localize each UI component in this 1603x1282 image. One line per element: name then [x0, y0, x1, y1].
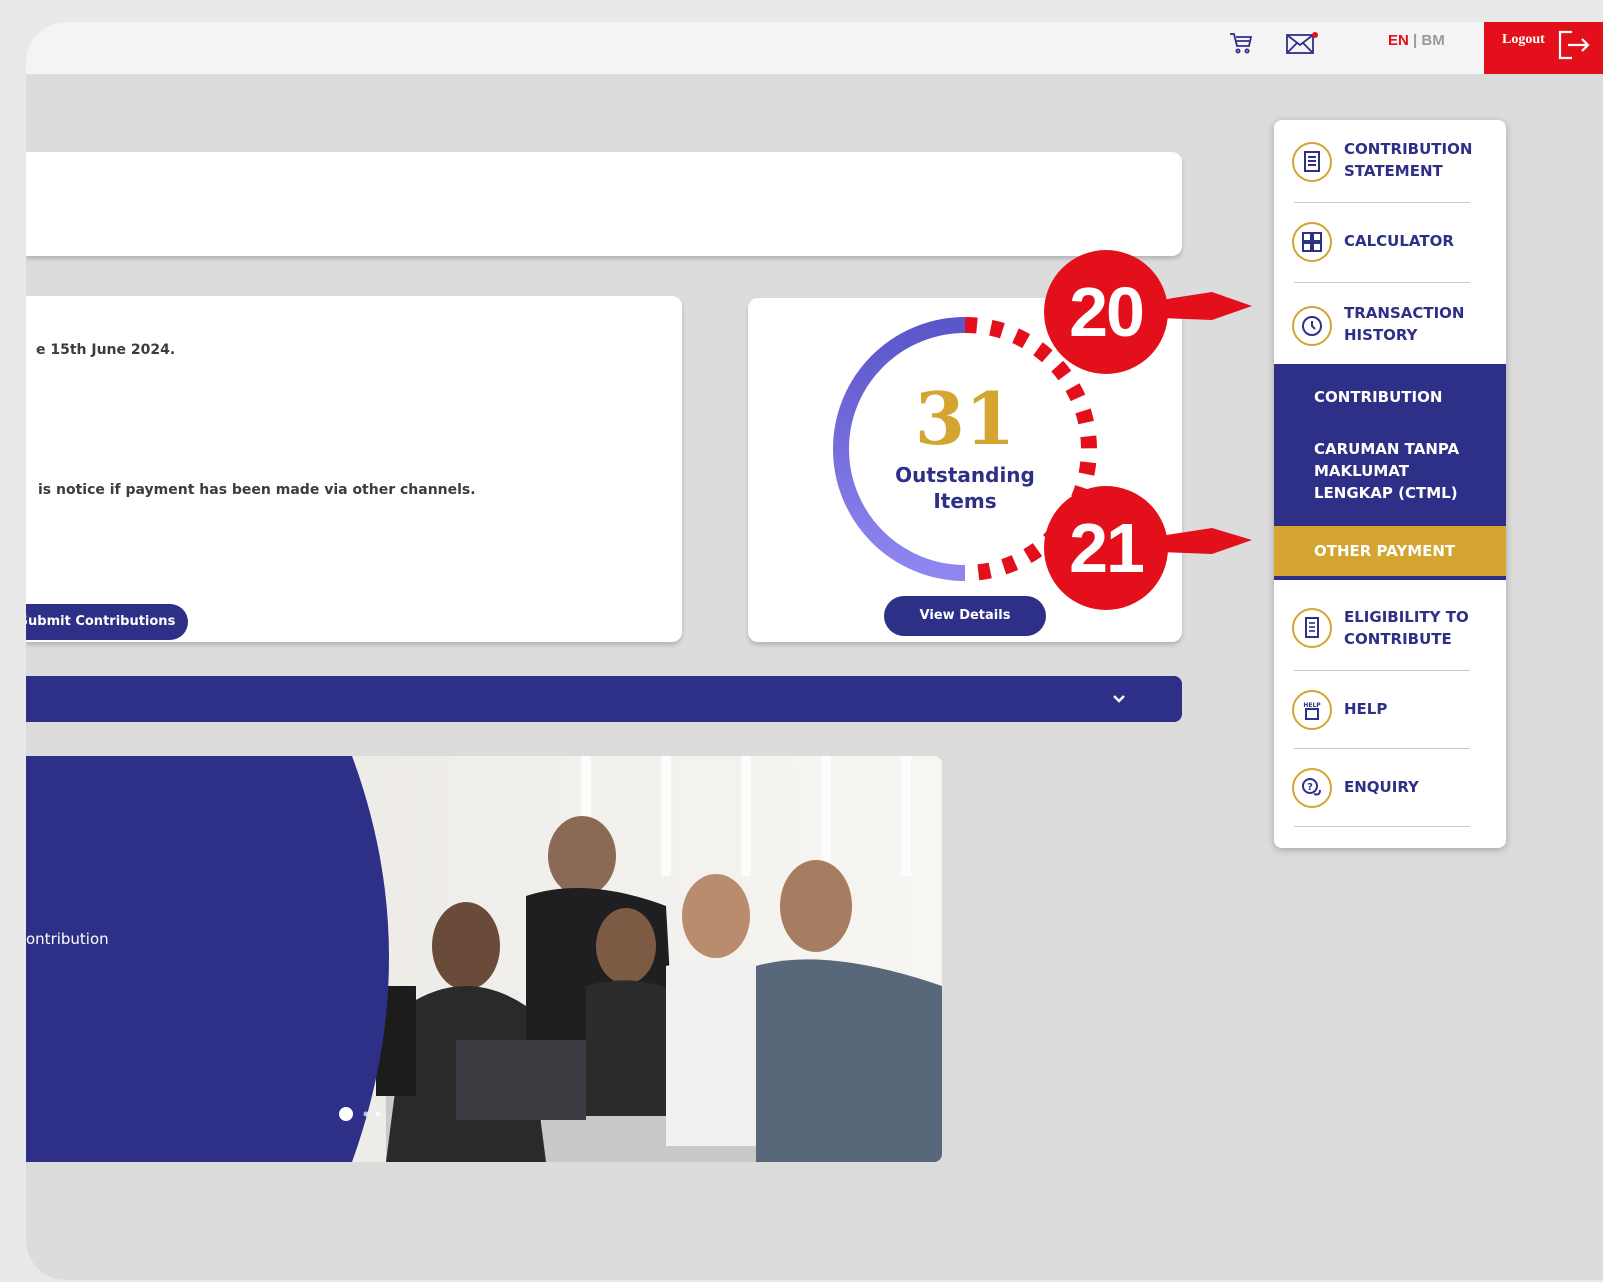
checklist-icon	[1292, 608, 1332, 648]
menu-label-calculator: CALCULATOR	[1344, 232, 1454, 250]
menu-label-line1: TRANSACTION	[1344, 304, 1465, 322]
menu-label-line2: HISTORY	[1344, 326, 1418, 344]
submenu-item-ctml[interactable]: CARUMAN TANPA MAKLUMAT LENGKAP (CTML)	[1314, 438, 1459, 504]
banner-image	[26, 756, 942, 1162]
menu-label-transaction-history: TRANSACTION HISTORY	[1344, 302, 1464, 346]
menu-label-enquiry: ENQUIRY	[1344, 778, 1419, 796]
lang-en-link[interactable]: EN	[1388, 32, 1409, 49]
notice-card: e 15th June 2024. is notice if payment h…	[26, 296, 682, 642]
notice-channels-text: is notice if payment has been made via o…	[38, 482, 476, 498]
info-card	[26, 152, 1182, 256]
submit-contributions-button[interactable]: Submit Contributions	[26, 604, 188, 640]
svg-text:?: ?	[1307, 782, 1313, 793]
submenu-item-contribution[interactable]: CONTRIBUTION	[1314, 386, 1442, 408]
view-details-button[interactable]: View Details	[884, 596, 1046, 636]
logout-button[interactable]: Logout	[1484, 22, 1603, 74]
submenu-ctml-line3: LENGKAP (CTML)	[1314, 484, 1458, 502]
menu-label-line2: STATEMENT	[1344, 162, 1443, 180]
menu-item-contribution-statement[interactable]: CONTRIBUTION STATEMENT	[1274, 134, 1506, 204]
menu-divider	[1294, 748, 1470, 749]
outstanding-count: 31	[914, 376, 1016, 461]
lang-separator: |	[1408, 32, 1422, 49]
menu-divider	[1294, 826, 1470, 827]
callout-badge-20: 20	[1044, 250, 1168, 374]
side-menu: CONTRIBUTION STATEMENT CALCULATOR TRANSA…	[1274, 120, 1506, 848]
chevron-down-icon[interactable]	[1112, 691, 1126, 709]
help-icon: HELP	[1292, 690, 1332, 730]
menu-divider	[1294, 282, 1470, 283]
menu-divider	[1294, 670, 1470, 671]
notice-deadline-text: e 15th June 2024.	[36, 342, 176, 358]
menu-item-enquiry[interactable]: ? ENQUIRY	[1274, 764, 1506, 820]
top-bar: EN | BM Logout	[26, 22, 1603, 74]
menu-label-contribution-statement: CONTRIBUTION STATEMENT	[1344, 138, 1472, 182]
app-frame: EN | BM Logout e 15th June 2024. is noti…	[26, 22, 1603, 1280]
svg-text:HELP: HELP	[1303, 702, 1321, 709]
menu-label-help: HELP	[1344, 700, 1388, 718]
banner-caption: ontribution	[26, 930, 109, 948]
mail-icon[interactable]	[1284, 30, 1320, 61]
language-switch: EN | BM	[1388, 32, 1445, 49]
menu-label-eligibility: ELIGIBILITY TO CONTRIBUTE	[1344, 606, 1469, 650]
submenu-other-payment-label: OTHER PAYMENT	[1314, 542, 1456, 560]
accordion-header[interactable]	[26, 676, 1182, 722]
callout-badge-21: 21	[1044, 486, 1168, 610]
clock-icon	[1292, 306, 1332, 346]
outstanding-label-line2: Items	[933, 489, 997, 513]
calculator-icon	[1292, 222, 1332, 262]
transaction-history-submenu: CONTRIBUTION CARUMAN TANPA MAKLUMAT LENG…	[1274, 364, 1506, 580]
logout-label: Logout	[1502, 32, 1545, 47]
enquiry-icon: ?	[1292, 768, 1332, 808]
menu-item-help[interactable]: HELP HELP	[1274, 686, 1506, 742]
menu-label-line1: ELIGIBILITY TO	[1344, 608, 1469, 626]
banner-carousel: ontribution	[26, 756, 942, 1162]
cart-icon[interactable]	[1228, 30, 1254, 61]
submenu-ctml-line1: CARUMAN TANPA	[1314, 440, 1460, 458]
lang-bm-link[interactable]: BM	[1421, 32, 1444, 49]
menu-item-transaction-history[interactable]: TRANSACTION HISTORY	[1274, 296, 1506, 360]
menu-label-line2: CONTRIBUTE	[1344, 630, 1452, 648]
logout-icon	[1554, 28, 1594, 67]
outstanding-label-line1: Outstanding	[895, 463, 1035, 487]
menu-label-line1: CONTRIBUTION	[1344, 140, 1473, 158]
submenu-item-other-payment[interactable]: OTHER PAYMENT	[1274, 526, 1506, 576]
document-icon	[1292, 142, 1332, 182]
menu-item-eligibility[interactable]: ELIGIBILITY TO CONTRIBUTE	[1274, 600, 1506, 664]
menu-divider	[1294, 202, 1470, 203]
submenu-ctml-line2: MAKLUMAT	[1314, 462, 1409, 480]
menu-item-calculator[interactable]: CALCULATOR	[1274, 218, 1506, 278]
